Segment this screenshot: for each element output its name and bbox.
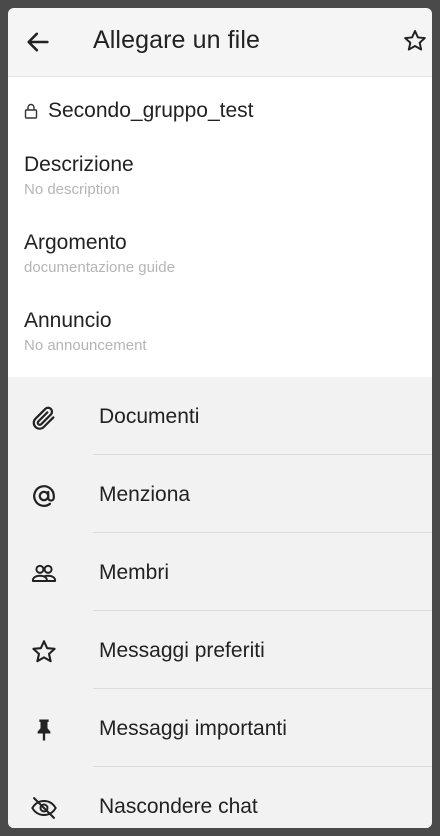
announcement-label: Annuncio xyxy=(24,309,112,332)
lock-icon xyxy=(24,103,38,119)
star-outline-icon[interactable] xyxy=(402,28,428,54)
menu-item-label: Nascondere chat xyxy=(99,795,258,818)
announcement-field: Annuncio No announcement xyxy=(24,309,147,354)
room-info-panel: Secondo_gruppo_test Descrizione No descr… xyxy=(8,77,432,377)
members-icon xyxy=(31,564,57,582)
description-label: Descrizione xyxy=(24,153,134,176)
pin-icon xyxy=(37,719,51,741)
topic-field: Argomento documentazione guide xyxy=(24,231,175,276)
room-name: Secondo_gruppo_test xyxy=(48,99,254,122)
topic-value: documentazione guide xyxy=(24,259,175,276)
paperclip-icon xyxy=(32,406,55,430)
topic-label: Argomento xyxy=(24,231,127,254)
page-title: Allegare un file xyxy=(93,26,260,54)
room-name-row: Secondo_gruppo_test xyxy=(24,99,254,123)
menu-item-documents[interactable]: Documenti xyxy=(8,377,432,455)
menu-item-label: Documenti xyxy=(99,405,200,428)
menu-item-hide-chat[interactable]: Nascondere chat xyxy=(8,767,432,828)
menu-item-members[interactable]: Membri xyxy=(8,533,432,611)
menu-item-label: Membri xyxy=(99,561,170,584)
eye-off-icon xyxy=(31,797,57,819)
description-field: Descrizione No description xyxy=(24,153,134,198)
menu-item-label: Menziona xyxy=(99,483,191,506)
menu-item-label: Messaggi importanti xyxy=(99,717,287,740)
menu-item-pinned-messages[interactable]: Messaggi importanti xyxy=(8,689,432,767)
star-outline-icon xyxy=(32,640,56,663)
at-sign-icon xyxy=(33,485,55,507)
screen: Allegare un file Secondo_gruppo_test Des… xyxy=(8,8,432,828)
description-value: No description xyxy=(24,181,120,198)
room-actions-menu: Documenti Menziona Membri Messaggi prefe… xyxy=(8,377,432,828)
menu-item-mentions[interactable]: Menziona xyxy=(8,455,432,533)
announcement-value: No announcement xyxy=(24,337,147,354)
menu-item-starred-messages[interactable]: Messaggi preferiti xyxy=(8,611,432,689)
app-bar: Allegare un file xyxy=(8,8,432,77)
menu-item-label: Messaggi preferiti xyxy=(99,639,265,662)
arrow-left-icon[interactable] xyxy=(24,28,52,56)
